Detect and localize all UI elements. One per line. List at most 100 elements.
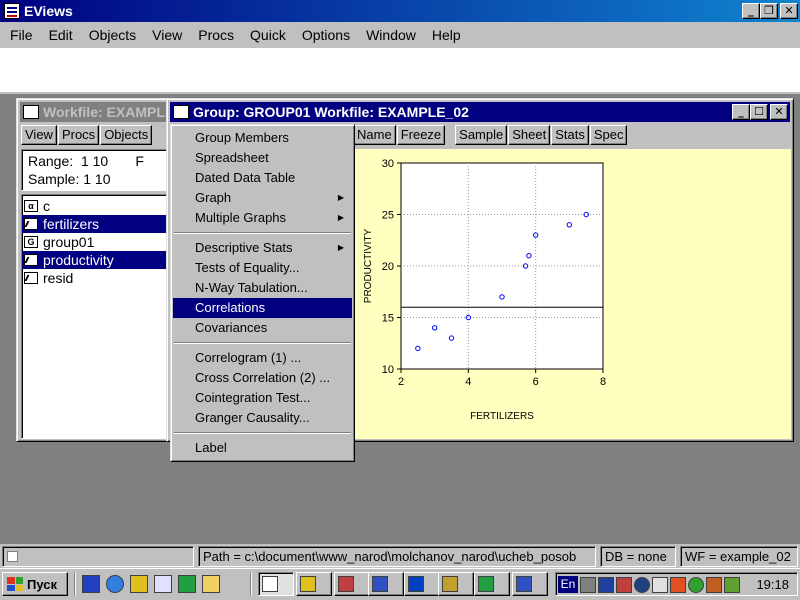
menu-item-cointegration-test[interactable]: Cointegration Test...	[173, 388, 352, 408]
menu-item-n-way-tabulation[interactable]: N-Way Tabulation...	[173, 278, 352, 298]
menu-item-granger-causality[interactable]: Granger Causality...	[173, 408, 352, 428]
tray-icon[interactable]	[634, 577, 650, 593]
menu-item-multiple-graphs[interactable]: Multiple Graphs ▶	[173, 208, 352, 228]
tray-icon[interactable]	[706, 577, 722, 593]
menu-item-label: Dated Data Table	[195, 170, 296, 185]
quicklaunch-app-icon[interactable]	[130, 575, 148, 593]
tray-icon[interactable]	[724, 577, 740, 593]
task-3[interactable]	[334, 572, 370, 596]
group-title-bar[interactable]: Group: GROUP01 Workfile: EXAMPLE_02 _ ☐ …	[170, 102, 790, 122]
tray-icon[interactable]	[688, 577, 704, 593]
tray-icon[interactable]	[670, 577, 686, 593]
sample-button[interactable]: Sample	[455, 125, 508, 145]
menu-edit[interactable]: Edit	[41, 27, 81, 43]
sample-label: Sample:	[28, 171, 80, 187]
menu-help[interactable]: Help	[424, 27, 469, 43]
app-title-bar: EViews _ ❐ ✕	[0, 0, 800, 22]
list-item-fertilizers[interactable]: fertilizers	[22, 215, 188, 233]
group-maximize-button[interactable]: ☐	[750, 104, 768, 120]
menu-item-dated-data-table[interactable]: Dated Data Table	[173, 168, 352, 188]
tray-icon[interactable]	[616, 577, 632, 593]
stats-button[interactable]: Stats	[551, 125, 589, 145]
range-value[interactable]: 1 10	[81, 153, 108, 169]
graph-area[interactable]: 2 4 6 8 10 15 20 25 30 FERTILIZERS PRODUCTIVITY	[347, 149, 791, 439]
status-db: DB = none	[600, 546, 676, 567]
clock[interactable]: 19:18	[756, 577, 789, 592]
group-close-button[interactable]: ✕	[770, 104, 788, 120]
menu-item-cross-correlation-2[interactable]: Cross Correlation (2) ...	[173, 368, 352, 388]
menu-item-correlogram-1[interactable]: Correlogram (1) ...	[173, 348, 352, 368]
quicklaunch-folder-icon[interactable]	[202, 575, 220, 593]
command-window[interactable]	[0, 48, 800, 94]
workfile-info: Range: 1 10 F Sample: 1 10	[21, 149, 189, 191]
list-item-resid[interactable]: resid	[22, 269, 188, 287]
menu-item-spreadsheet[interactable]: Spreadsheet	[173, 148, 352, 168]
list-item-productivity[interactable]: productivity	[22, 251, 188, 269]
menu-quick[interactable]: Quick	[242, 27, 294, 43]
menu-window[interactable]: Window	[358, 27, 424, 43]
tray-icon[interactable]	[652, 577, 668, 593]
language-indicator[interactable]: En	[558, 576, 578, 593]
quicklaunch-desktop-icon[interactable]	[82, 575, 100, 593]
volume-icon[interactable]	[580, 577, 596, 593]
menu-item-label: Granger Causality...	[195, 410, 310, 425]
freeze-button[interactable]: Freeze	[396, 125, 446, 145]
menu-file[interactable]: File	[2, 27, 41, 43]
word-task-icon	[372, 576, 388, 592]
y-tick-label: 25	[382, 210, 394, 222]
name-button[interactable]: Name	[353, 125, 396, 145]
task-2[interactable]	[296, 572, 332, 596]
menu-item-correlations[interactable]: Correlations	[173, 298, 352, 318]
wf-procs-button[interactable]: Procs	[57, 125, 100, 145]
eviews-app-icon[interactable]	[4, 3, 20, 19]
wf-objects-button[interactable]: Objects	[100, 125, 153, 145]
list-item-c[interactable]: αc	[22, 197, 188, 215]
menu-item-graph[interactable]: Graph ▶	[173, 188, 352, 208]
task-6[interactable]	[438, 572, 474, 596]
task-7[interactable]	[474, 572, 510, 596]
y-tick-label: 15	[382, 313, 394, 325]
task-icon	[408, 576, 424, 592]
status-bar: Path = c:\document\www_narod\molchanov_n…	[0, 544, 800, 568]
submenu-arrow-icon: ▶	[337, 243, 344, 252]
y-tick-label: 10	[382, 364, 394, 376]
start-button[interactable]: Пуск	[2, 572, 68, 596]
menu-item-label: N-Way Tabulation...	[195, 280, 308, 295]
menu-procs[interactable]: Procs	[190, 27, 242, 43]
status-wf: WF = example_02	[680, 546, 798, 567]
quicklaunch-word-icon[interactable]	[154, 575, 172, 593]
wf-view-button[interactable]: View	[21, 125, 57, 145]
menu-item-label[interactable]: Label	[173, 438, 352, 458]
workfile-title-bar[interactable]: Workfile: EXAMPLE_02	[20, 102, 188, 122]
close-button[interactable]: ✕	[780, 3, 798, 19]
menu-item-tests-of-equality[interactable]: Tests of Equality...	[173, 258, 352, 278]
quicklaunch-excel-icon[interactable]	[178, 575, 196, 593]
menu-item-covariances[interactable]: Covariances	[173, 318, 352, 338]
menu-item-label: Covariances	[195, 320, 268, 335]
object-list: αc fertilizers Ggroup01 productivity res…	[21, 194, 189, 439]
group-icon: G	[24, 236, 38, 248]
task-eviews[interactable]	[258, 572, 294, 596]
range-label: Range:	[28, 153, 74, 169]
window-icon	[23, 105, 39, 119]
group-minimize-button[interactable]: _	[732, 104, 750, 120]
sheet-button[interactable]: Sheet	[508, 125, 551, 145]
restore-button[interactable]: ❐	[760, 3, 778, 19]
x-tick-label: 4	[465, 376, 471, 388]
menu-options[interactable]: Options	[294, 27, 358, 43]
menu-view[interactable]: View	[144, 27, 190, 43]
tray-icon[interactable]	[598, 577, 614, 593]
menu-objects[interactable]: Objects	[81, 27, 144, 43]
windows-logo-icon	[7, 577, 23, 591]
task-5[interactable]	[404, 572, 440, 596]
quicklaunch-ie-icon[interactable]	[106, 575, 124, 593]
minimize-button[interactable]: _	[742, 3, 760, 19]
task-8[interactable]	[512, 572, 548, 596]
menu-item-descriptive-stats[interactable]: Descriptive Stats ▶	[173, 238, 352, 258]
menu-item-group-members[interactable]: Group Members	[173, 128, 352, 148]
task-4[interactable]	[368, 572, 404, 596]
sample-value[interactable]: 1 10	[83, 171, 110, 187]
spec-button[interactable]: Spec	[589, 125, 628, 145]
list-item-group01[interactable]: Ggroup01	[22, 233, 188, 251]
series-icon	[24, 254, 38, 266]
